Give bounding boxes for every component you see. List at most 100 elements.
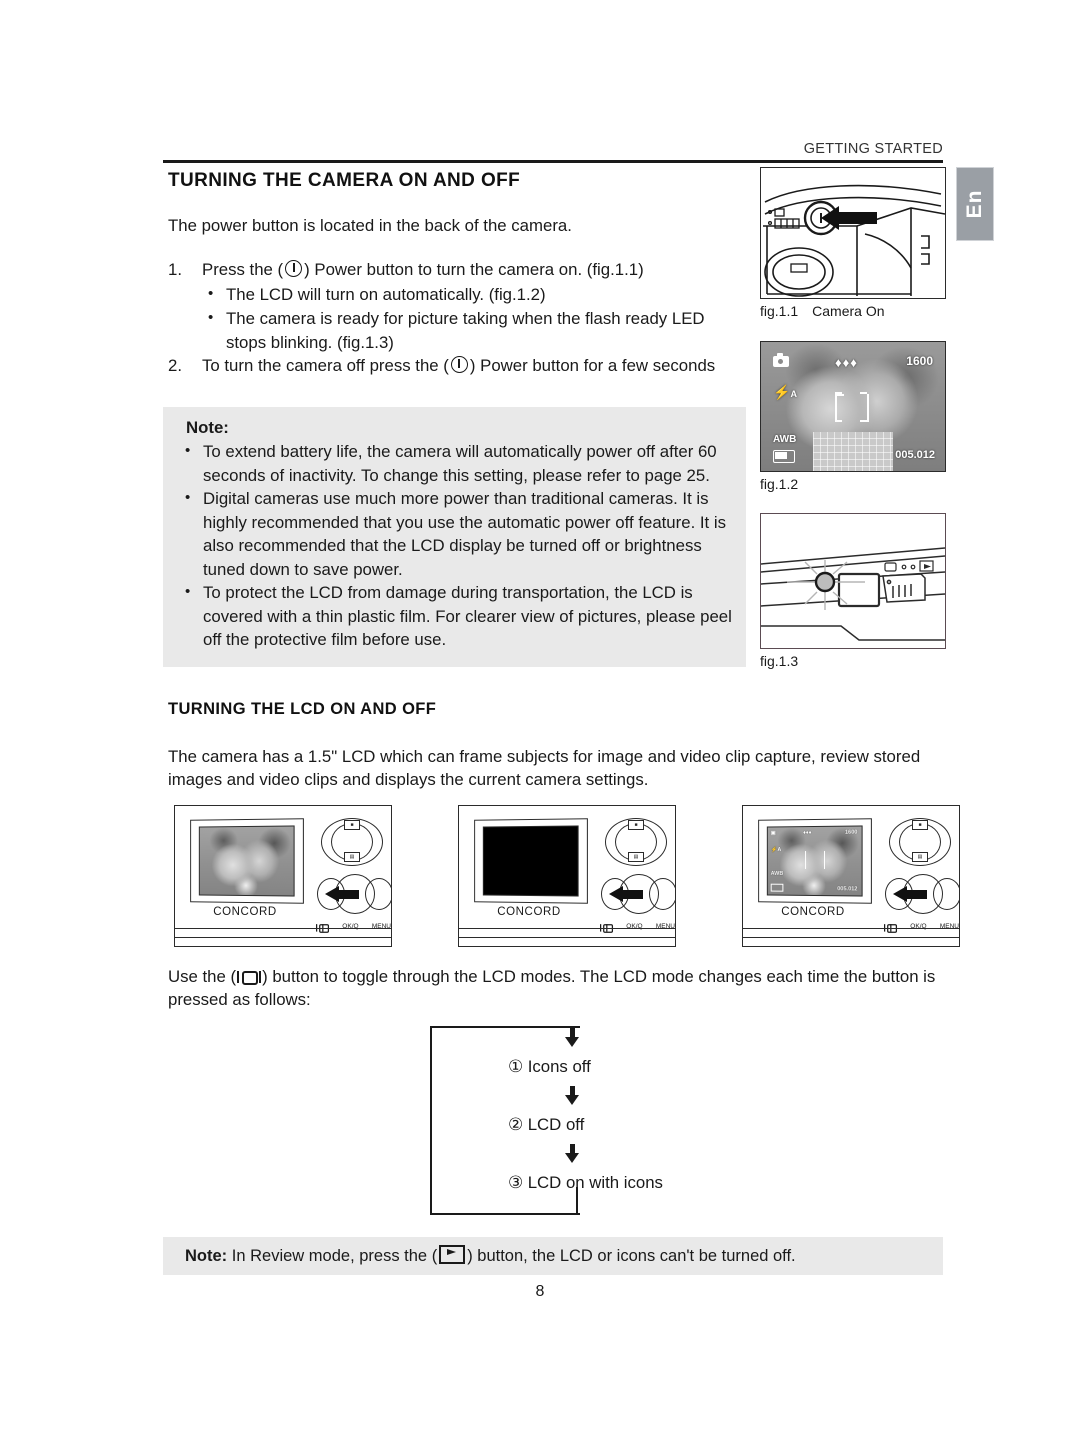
figure-caption-text: Camera On [812, 303, 885, 319]
step-item-2: 2. To turn the camera off press the ( ) P… [168, 354, 738, 378]
camera-mode-icon: ▣ [770, 830, 776, 837]
bottom-note-line: Note: In Review mode, press the ( ) butto… [185, 1245, 796, 1266]
flash-auto-icon: ⚡A [770, 847, 782, 854]
step-item-1: 1. Press the ( ) Power button to turn the… [168, 258, 738, 354]
step-number: 2. [168, 356, 182, 375]
flash-ready-led [814, 571, 836, 593]
figure-1-1-frame [760, 167, 946, 299]
numbered-steps-list: 1. Press the ( ) Power button to turn the… [168, 258, 738, 378]
figure-1-1-caption: fig.1.1 Camera On [760, 303, 946, 319]
figure-1-3-frame [760, 513, 946, 649]
quality-diamonds-indicator: ♦♦♦ [803, 830, 812, 837]
bottom-note-text-after-icon: ) button, the LCD or icons can't be turn… [467, 1247, 796, 1265]
lcd-photo-preview [199, 826, 294, 896]
flash-auto-icon: ⚡A [773, 384, 797, 400]
power-icon [450, 356, 468, 373]
note-bullet-list: To extend battery life, the camera will … [179, 439, 735, 652]
battery-icon [773, 450, 795, 463]
figure-1-3-caption: fig.1.3 [760, 653, 946, 669]
sub-bullet: The camera is ready for picture taking w… [202, 306, 738, 354]
section-heading-lcd-onoff: TURNING THE LCD ON AND OFF [168, 700, 437, 718]
battery-icon [770, 883, 784, 892]
lcd-bezel: ▣ ♦♦♦ 1600 ⚡A AWB 005.012 [758, 818, 872, 904]
wide-zoom-icon: ▤ [628, 852, 644, 862]
running-header: GETTING STARTED [163, 140, 943, 160]
lcd-mode-flow-diagram: ① Icons off ② LCD off ③ LCD on with icon… [430, 1026, 663, 1215]
resolution-indicator: 1600 [844, 829, 858, 836]
camera-back-icons-off: CONCORD ■ ▤ OK/Q MENU [174, 805, 392, 947]
bottom-note-label: Note: [185, 1247, 228, 1265]
note-bullet: To protect the LCD from damage during tr… [179, 580, 735, 652]
figure-1-3: fig.1.3 [760, 513, 946, 669]
manual-page: GETTING STARTED En TURNING THE CAMERA ON… [0, 0, 1080, 1429]
intro-paragraph: The power button is located in the back … [168, 216, 572, 235]
step-text-before-icon: Press the ( [202, 260, 284, 279]
white-balance-indicator: AWB [773, 434, 797, 445]
note-box-review-mode: Note: In Review mode, press the ( ) butto… [163, 1237, 943, 1275]
flash-auto-label: A [790, 389, 797, 399]
lcd-screen [198, 825, 295, 897]
flow-step-2: ② LCD off [508, 1115, 585, 1134]
camera-on-illustration [763, 184, 945, 297]
brand-label: CONCORD [213, 906, 277, 918]
note-box-power: Note: To extend battery life, the camera… [163, 407, 746, 667]
figure-caption-id: fig.1.3 [760, 653, 799, 669]
note-title: Note: [186, 418, 229, 437]
figure-1-2: ♦♦♦ 1600 ⚡A AWB 005.012 fig.1.2 [760, 341, 946, 492]
camera-back-lcd-off: CONCORD ■ ▤ OK/Q MENU [458, 805, 676, 947]
figure-1-2-frame: ♦♦♦ 1600 ⚡A AWB 005.012 [760, 341, 946, 472]
flow-loop-return-stub [576, 1187, 579, 1213]
toggle-text-before-icon: Use the ( [168, 967, 237, 986]
header-divider-rule [163, 160, 943, 163]
brand-label: CONCORD [781, 906, 845, 918]
resolution-indicator: 1600 [906, 354, 933, 368]
lcd-scene-tablecloth [812, 432, 894, 471]
focus-bracket [805, 850, 826, 870]
step-number: 1. [168, 260, 182, 279]
step-text-before-icon: To turn the camera off press the ( [202, 356, 449, 375]
camera-back-lcd-on-with-icons: ▣ ♦♦♦ 1600 ⚡A AWB 005.012 CONCORD ■ ▤ OK… [742, 805, 960, 947]
sub-bullet: The LCD will turn on automatically. (fig… [202, 282, 738, 307]
page-number: 8 [535, 1283, 545, 1300]
figure-1-2-caption: fig.1.2 [760, 476, 946, 492]
step-1-subitems: The LCD will turn on automatically. (fig… [202, 282, 738, 355]
power-icon [285, 260, 303, 277]
lcd-live-view: ♦♦♦ 1600 ⚡A AWB 005.012 [761, 342, 945, 471]
play-review-icon [439, 1245, 466, 1264]
tele-zoom-icon: ■ [628, 820, 644, 830]
lcd-bezel [474, 818, 588, 904]
lcd-screen [482, 825, 579, 897]
tele-zoom-icon: ■ [912, 820, 928, 830]
figure-caption-id: fig.1.1 [760, 303, 799, 319]
section-heading-camera-onoff: TURNING THE CAMERA ON AND OFF [168, 170, 521, 191]
language-tab-en: En [956, 167, 994, 241]
running-head-label: GETTING STARTED [803, 141, 943, 157]
lcd-screen: ▣ ♦♦♦ 1600 ⚡A AWB 005.012 [766, 825, 863, 897]
figure-caption-id: fig.1.2 [760, 476, 799, 492]
lcd-screen-blank [483, 826, 578, 896]
tele-zoom-icon: ■ [344, 820, 360, 830]
white-balance-indicator: AWB [770, 870, 784, 877]
flash-ready-led-illustration [761, 547, 945, 641]
lcd-toggle-paragraph: Use the () button to toggle through the … [168, 965, 948, 1011]
frame-counter: 005.012 [895, 449, 935, 461]
figure-1-1: fig.1.1 Camera On [760, 167, 946, 319]
step-text-after-icon: ) Power button to turn the camera on. (f… [304, 260, 644, 279]
step-text-after-icon: ) Power button for a few seconds [469, 356, 716, 375]
frame-counter: 005.012 [837, 886, 858, 893]
camera-mode-icon [773, 353, 789, 367]
flow-step-3: ③ LCD on with icons [508, 1173, 663, 1192]
toggle-text-after-icon: ) button to toggle through the LCD modes… [168, 967, 936, 1009]
lcd-description-paragraph: The camera has a 1.5" LCD which can fram… [168, 747, 921, 789]
quality-diamonds-indicator: ♦♦♦ [835, 355, 858, 370]
note-bullet: To extend battery life, the camera will … [179, 439, 735, 487]
flow-step-1: ① Icons off [508, 1057, 591, 1076]
note-bullet: Digital cameras use much more power than… [179, 486, 735, 581]
lcd-bezel [190, 818, 304, 904]
focus-bracket [835, 392, 869, 422]
bottom-note-text-before-icon: In Review mode, press the ( [231, 1247, 438, 1265]
language-tab-label: En [963, 189, 986, 219]
brand-label: CONCORD [497, 906, 561, 918]
wide-zoom-icon: ▤ [912, 852, 928, 862]
lcd-toggle-icon [237, 970, 262, 985]
